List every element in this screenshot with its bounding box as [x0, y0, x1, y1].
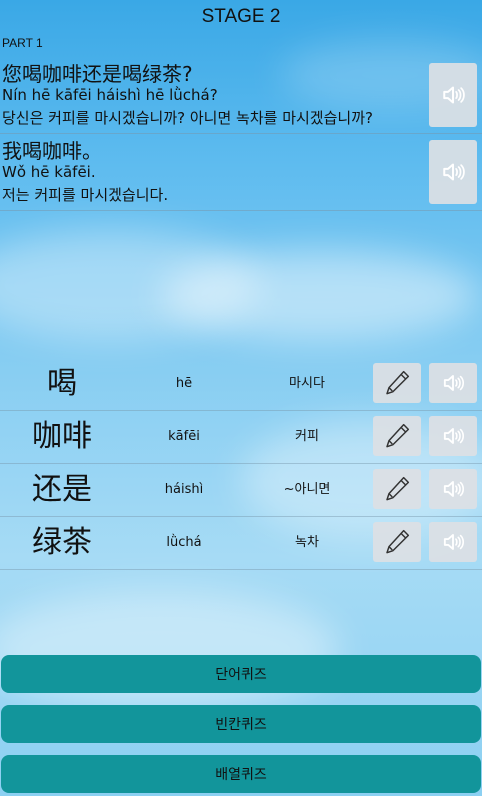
speaker-icon	[438, 80, 468, 110]
sentence-korean: 당신은 커피를 마시겠습니까? 아니면 녹차를 마시겠습니까?	[2, 109, 373, 127]
speaker-icon	[439, 528, 467, 556]
word-pinyin: hē	[175, 376, 193, 391]
word-hanzi: 绿茶	[32, 525, 92, 560]
sentence-pinyin: Wǒ hē kāfēi.	[2, 163, 96, 181]
word-write-button[interactable]	[373, 469, 421, 509]
word-audio-button[interactable]	[429, 522, 477, 562]
word-audio-button[interactable]	[429, 469, 477, 509]
word-write-button[interactable]	[373, 416, 421, 456]
word-hanzi: 咖啡	[32, 419, 92, 454]
stage-title: STAGE 2	[201, 6, 281, 27]
word-audio-button[interactable]	[429, 363, 477, 403]
word-write-button[interactable]	[373, 522, 421, 562]
blank-quiz-button[interactable]: 빈칸퀴즈	[1, 705, 481, 743]
word-pinyin: háishì	[164, 482, 204, 497]
word-meaning: 커피	[295, 429, 319, 444]
word-hanzi: 喝	[47, 366, 77, 401]
part-label: PART 1	[2, 36, 43, 50]
speaker-icon	[438, 157, 468, 187]
speaker-icon	[439, 422, 467, 450]
word-row: 咖啡 kāfēi 커피	[0, 411, 482, 464]
speaker-icon	[439, 475, 467, 503]
word-row: 喝 hē 마시다	[0, 358, 482, 411]
word-pinyin: kāfēi	[168, 429, 200, 444]
word-meaning: ~아니면	[283, 482, 331, 497]
speaker-icon	[439, 369, 467, 397]
order-quiz-button[interactable]: 배열퀴즈	[1, 755, 481, 793]
word-meaning: 녹차	[295, 535, 319, 550]
sentence-audio-button[interactable]	[429, 63, 477, 127]
sentence-chinese: 我喝咖啡。	[2, 139, 102, 163]
sentence-chinese: 您喝咖啡还是喝绿茶?	[2, 62, 193, 86]
word-hanzi: 还是	[32, 472, 92, 507]
pencil-icon	[381, 473, 413, 505]
word-audio-button[interactable]	[429, 416, 477, 456]
word-row: 还是 háishì ~아니면	[0, 464, 482, 517]
sentence-pinyin: Nín hē kāfēi háishì hē lǜchá?	[2, 86, 218, 104]
word-pinyin: lǜchá	[166, 535, 202, 550]
word-write-button[interactable]	[373, 363, 421, 403]
pencil-icon	[381, 420, 413, 452]
pencil-icon	[381, 367, 413, 399]
sentence-audio-button[interactable]	[429, 140, 477, 204]
word-quiz-button[interactable]: 단어퀴즈	[1, 655, 481, 693]
sentence-korean: 저는 커피를 마시겠습니다.	[2, 186, 169, 204]
word-meaning: 마시다	[289, 376, 325, 391]
sentence-item: 我喝咖啡。 Wǒ hē kāfēi. 저는 커피를 마시겠습니다.	[0, 135, 482, 211]
sentence-item: 您喝咖啡还是喝绿茶? Nín hē kāfēi háishì hē lǜchá?…	[0, 58, 482, 134]
word-row: 绿茶 lǜchá 녹차	[0, 517, 482, 570]
pencil-icon	[381, 526, 413, 558]
